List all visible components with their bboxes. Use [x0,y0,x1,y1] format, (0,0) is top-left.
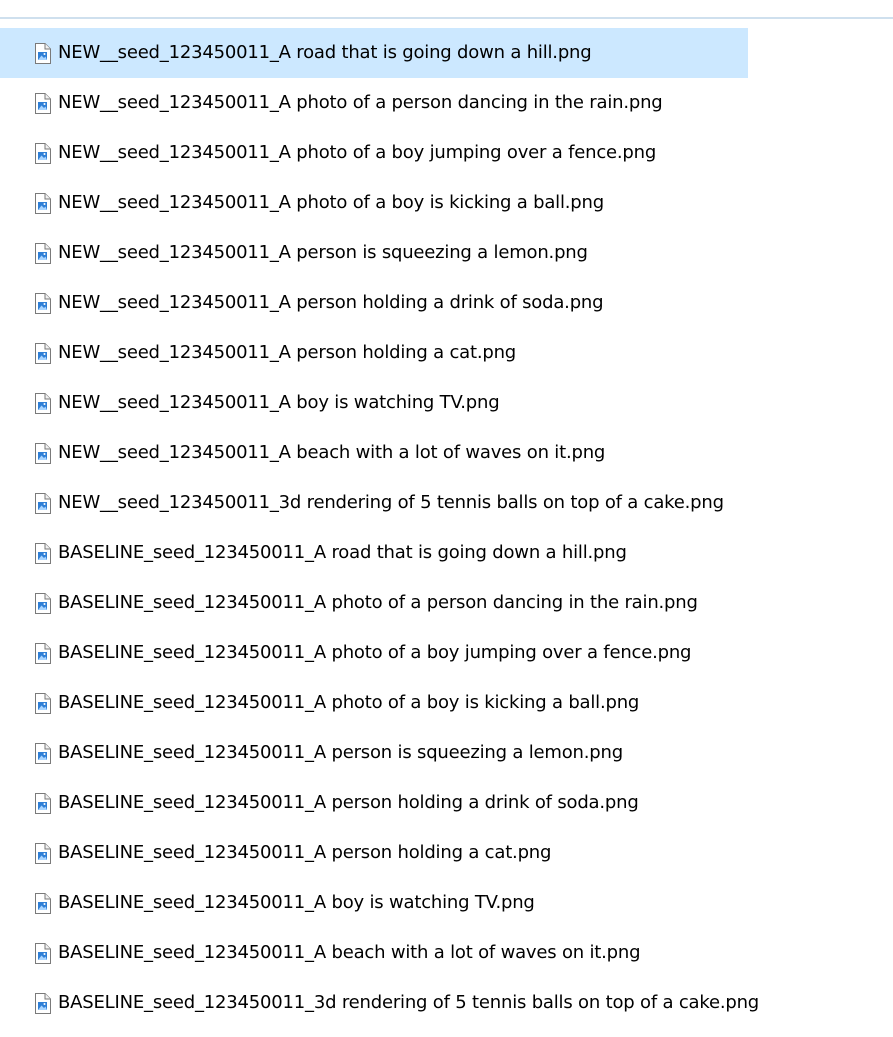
image-file-icon [35,192,51,214]
file-name: BASELINE_seed_123450011_A photo of a boy… [58,642,692,663]
image-file-icon [35,742,51,764]
image-file-icon [35,592,51,614]
image-file-icon [35,442,51,464]
file-name: NEW__seed_123450011_A person holding a d… [58,292,604,313]
file-name: BASELINE_seed_123450011_A photo of a boy… [58,692,640,713]
file-name: NEW__seed_123450011_A photo of a boy jum… [58,142,657,163]
header-divider [0,17,893,19]
file-list-item[interactable]: BASELINE_seed_123450011_A person holding… [0,778,748,828]
image-file-icon [35,642,51,664]
file-list-item[interactable]: NEW__seed_123450011_3d rendering of 5 te… [0,478,748,528]
image-file-icon [35,792,51,814]
file-name: BASELINE_seed_123450011_A person holding… [58,792,639,813]
file-name: NEW__seed_123450011_A beach with a lot o… [58,442,606,463]
file-name: BASELINE_seed_123450011_A road that is g… [58,542,627,563]
image-file-icon [35,142,51,164]
file-list-item[interactable]: BASELINE_seed_123450011_A beach with a l… [0,928,748,978]
file-list-item[interactable]: NEW__seed_123450011_A person holding a d… [0,278,748,328]
image-file-icon [35,242,51,264]
file-name: NEW__seed_123450011_A boy is watching TV… [58,392,500,413]
file-name: BASELINE_seed_123450011_A beach with a l… [58,942,641,963]
file-list-item[interactable]: NEW__seed_123450011_A beach with a lot o… [0,428,748,478]
image-file-icon [35,492,51,514]
file-list-item[interactable]: BASELINE_seed_123450011_A person is sque… [0,728,748,778]
image-file-icon [35,292,51,314]
file-list-item[interactable]: NEW__seed_123450011_A person is squeezin… [0,228,748,278]
file-name: NEW__seed_123450011_A person holding a c… [58,342,517,363]
file-list-item[interactable]: NEW__seed_123450011_A road that is going… [0,28,748,78]
image-file-icon [35,692,51,714]
file-name: NEW__seed_123450011_A photo of a person … [58,92,663,113]
file-name: NEW__seed_123450011_A road that is going… [58,42,592,63]
file-list-item[interactable]: NEW__seed_123450011_A photo of a boy is … [0,178,748,228]
image-file-icon [35,342,51,364]
file-list-item[interactable]: NEW__seed_123450011_A boy is watching TV… [0,378,748,428]
file-list-item[interactable]: BASELINE_seed_123450011_A person holding… [0,828,748,878]
file-name: BASELINE_seed_123450011_A person holding… [58,842,552,863]
image-file-icon [35,42,51,64]
file-list-item[interactable]: BASELINE_seed_123450011_3d rendering of … [0,978,759,1028]
file-name: BASELINE_seed_123450011_A photo of a per… [58,592,698,613]
image-file-icon [35,392,51,414]
file-list: NEW__seed_123450011_A road that is going… [0,28,893,1028]
image-file-icon [35,892,51,914]
file-name: NEW__seed_123450011_A person is squeezin… [58,242,588,263]
file-list-item[interactable]: BASELINE_seed_123450011_A photo of a per… [0,578,748,628]
image-file-icon [35,542,51,564]
file-list-item[interactable]: NEW__seed_123450011_A photo of a boy jum… [0,128,748,178]
image-file-icon [35,992,51,1014]
file-list-item[interactable]: BASELINE_seed_123450011_A photo of a boy… [0,628,748,678]
image-file-icon [35,92,51,114]
file-name: NEW__seed_123450011_A photo of a boy is … [58,192,604,213]
file-name: BASELINE_seed_123450011_3d rendering of … [58,992,760,1013]
file-name: BASELINE_seed_123450011_A boy is watchin… [58,892,535,913]
file-name: NEW__seed_123450011_3d rendering of 5 te… [58,492,724,513]
file-list-item[interactable]: BASELINE_seed_123450011_A boy is watchin… [0,878,748,928]
file-name: BASELINE_seed_123450011_A person is sque… [58,742,623,763]
file-list-item[interactable]: NEW__seed_123450011_A person holding a c… [0,328,748,378]
file-list-item[interactable]: BASELINE_seed_123450011_A road that is g… [0,528,748,578]
image-file-icon [35,942,51,964]
image-file-icon [35,842,51,864]
file-list-item[interactable]: BASELINE_seed_123450011_A photo of a boy… [0,678,748,728]
file-list-item[interactable]: NEW__seed_123450011_A photo of a person … [0,78,748,128]
